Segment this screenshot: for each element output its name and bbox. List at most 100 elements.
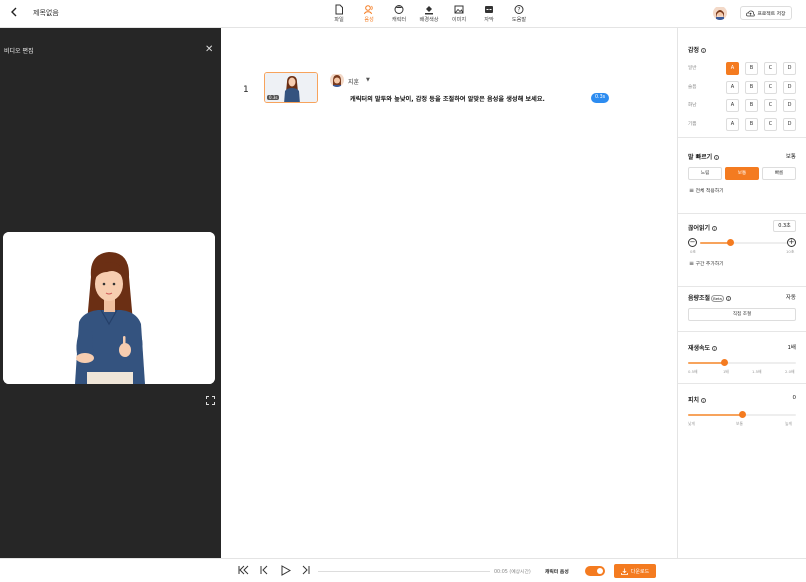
next-icon[interactable] xyxy=(301,565,310,578)
plus-icon[interactable]: + xyxy=(787,238,796,247)
skip-to-start-icon[interactable] xyxy=(238,565,249,578)
emotion-angry-a-button[interactable]: A xyxy=(726,99,739,112)
emotion-happy-a-button[interactable]: A xyxy=(726,118,739,131)
info-icon[interactable]: i xyxy=(725,296,731,301)
emotion-angry-d-button[interactable]: D xyxy=(783,99,796,112)
download-button[interactable]: 다운로드 xyxy=(614,564,656,578)
voice-settings-panel: 감정 i 일반 A B C D 슬픔 A B C D 화남 A B C D 기쁨 … xyxy=(677,28,806,558)
speed-slow-button[interactable]: 느림 xyxy=(688,167,722,180)
tab-label: 캐릭터 xyxy=(391,17,407,23)
video-edit-panel: 비디오 편집 ✕ xyxy=(0,28,221,558)
save-project-label: 프로젝트 저장 xyxy=(757,11,786,17)
pitch-value: 0 xyxy=(792,395,797,401)
info-icon[interactable]: i xyxy=(714,155,720,160)
back-arrow-icon[interactable] xyxy=(9,6,23,20)
manual-adjust-button[interactable]: 직접 조절 xyxy=(688,308,796,321)
speed-fast-button[interactable]: 빠름 xyxy=(762,167,796,180)
volume-title-text: 음량조절 xyxy=(688,295,711,302)
playback-title-text: 재생속도 xyxy=(688,345,711,352)
emotion-angry-c-button[interactable]: C xyxy=(764,99,777,112)
pause-chip[interactable]: 0.3s xyxy=(591,93,610,103)
list-icon: ≡ xyxy=(689,187,695,194)
speaker-avatar[interactable] xyxy=(330,73,344,87)
emotion-normal-c-button[interactable]: C xyxy=(764,62,777,75)
info-icon[interactable]: i xyxy=(712,346,718,351)
playback-speed-value: 1배 xyxy=(787,345,796,351)
document-title[interactable]: 제목없음 xyxy=(33,8,59,18)
emotion-sad-d-button[interactable]: D xyxy=(783,81,796,94)
apply-all-link[interactable]: ≡ 전체 적용하기 xyxy=(689,187,724,194)
tab-background-color[interactable]: 배경색상 xyxy=(414,3,444,27)
character-voice-toggle[interactable] xyxy=(585,566,605,576)
save-project-button[interactable]: 프로젝트 저장 xyxy=(740,6,792,20)
tab-help[interactable]: ? 도움말 xyxy=(504,3,534,27)
download-icon xyxy=(620,568,628,575)
pause-slider-fill xyxy=(700,242,730,244)
file-icon xyxy=(335,4,343,15)
emotion-normal-d-button[interactable]: D xyxy=(783,62,796,75)
emotion-sad-c-button[interactable]: C xyxy=(764,81,777,94)
emotion-sad-b-button[interactable]: B xyxy=(745,81,758,94)
emotion-angry-b-button[interactable]: B xyxy=(745,99,758,112)
character-icon xyxy=(394,5,404,14)
fullscreen-icon[interactable] xyxy=(206,390,215,405)
speed-value: 보통 xyxy=(785,154,796,160)
tab-character[interactable]: 캐릭터 xyxy=(384,3,414,27)
tab-file[interactable]: 파일 xyxy=(324,3,354,27)
main-tabs: 파일 음성 캐릭터 배경색상 이미지 자막 ? 도움말 xyxy=(324,3,534,27)
close-icon[interactable]: ✕ xyxy=(205,44,213,55)
emotion-normal-a-button[interactable]: A xyxy=(726,62,739,75)
emotion-row-label: 일반 xyxy=(688,66,697,71)
user-avatar[interactable] xyxy=(713,6,727,20)
playback-speed-title: 재생속도 i xyxy=(688,343,718,352)
pitch-title: 피치 i xyxy=(688,395,707,404)
pitch-section: 피치 i 0 낮게 보통 높게 xyxy=(678,384,806,444)
download-label: 다운로드 xyxy=(630,568,650,575)
playback-slider-knob[interactable] xyxy=(721,359,728,366)
info-icon[interactable]: i xyxy=(701,48,707,53)
tab-voice[interactable]: 음성 xyxy=(354,3,384,27)
emotion-happy-d-button[interactable]: D xyxy=(783,118,796,131)
cloud-upload-icon xyxy=(746,10,756,16)
pause-slider-knob[interactable] xyxy=(727,239,734,246)
pause-section: 끊어읽기 i 0.3초 − + 0초 10초 ≡ 구간 추가하기 xyxy=(678,214,806,287)
emotion-title: 감정 i xyxy=(688,45,707,54)
tab-subtitle[interactable]: 자막 xyxy=(474,3,504,27)
playback-bar: 00:05 (예상시간) 캐릭터 음성 다운로드 xyxy=(0,558,806,582)
top-bar: 제목없음 파일 음성 캐릭터 배경색상 이미지 자막 ? 도움말 프로젝트 저장 xyxy=(0,0,806,28)
paint-bucket-icon xyxy=(425,6,433,15)
pitch-slider-knob[interactable] xyxy=(739,411,746,418)
video-preview[interactable] xyxy=(3,232,215,384)
minus-icon[interactable]: − xyxy=(688,238,697,247)
speed-section: 말 빠르기 i 보통 느림 보통 빠름 ≡ 전체 적용하기 xyxy=(678,138,806,214)
chevron-down-icon[interactable]: ▼ xyxy=(366,77,370,83)
emotion-normal-b-button[interactable]: B xyxy=(745,62,758,75)
script-text[interactable]: 캐릭터의 말투와 높낮이, 감정 등을 조절하여 알맞은 음성을 생성해 보세요… xyxy=(350,94,545,103)
emotion-section: 감정 i 일반 A B C D 슬픔 A B C D 화남 A B C D 기쁨 … xyxy=(678,28,806,138)
emotion-sad-a-button[interactable]: A xyxy=(726,81,739,94)
emotion-happy-b-button[interactable]: B xyxy=(745,118,758,131)
previous-icon[interactable] xyxy=(260,565,269,578)
pitch-tick: 높게 xyxy=(785,421,792,426)
speed-normal-button[interactable]: 보통 xyxy=(725,167,759,180)
subtitle-icon xyxy=(485,6,493,13)
tab-label: 도움말 xyxy=(511,17,527,23)
pitch-slider-fill xyxy=(688,414,742,416)
timeline-track[interactable] xyxy=(318,571,490,572)
pause-value-box[interactable]: 0.3초 xyxy=(773,220,796,232)
tab-label: 배경색상 xyxy=(419,17,439,23)
speaker-name[interactable]: 지훈 xyxy=(348,77,359,86)
thumbnail-duration-badge: 0.3s xyxy=(267,95,280,100)
playback-slider-fill xyxy=(688,362,724,364)
info-icon[interactable]: i xyxy=(712,226,718,231)
emotion-row-label: 슬픔 xyxy=(688,85,697,90)
play-icon[interactable] xyxy=(280,565,292,579)
info-icon[interactable]: i xyxy=(701,398,707,403)
add-section-link[interactable]: ≡ 구간 추가하기 xyxy=(689,260,724,267)
row-number: 1 xyxy=(243,85,249,95)
tab-image[interactable]: 이미지 xyxy=(444,3,474,27)
volume-value: 자동 xyxy=(785,295,796,301)
playback-speed-section: 재생속도 i 1배 0.5배 1배 1.5배 2.0배 xyxy=(678,332,806,384)
emotion-happy-c-button[interactable]: C xyxy=(764,118,777,131)
scene-thumbnail[interactable]: 0.3s xyxy=(264,72,318,103)
